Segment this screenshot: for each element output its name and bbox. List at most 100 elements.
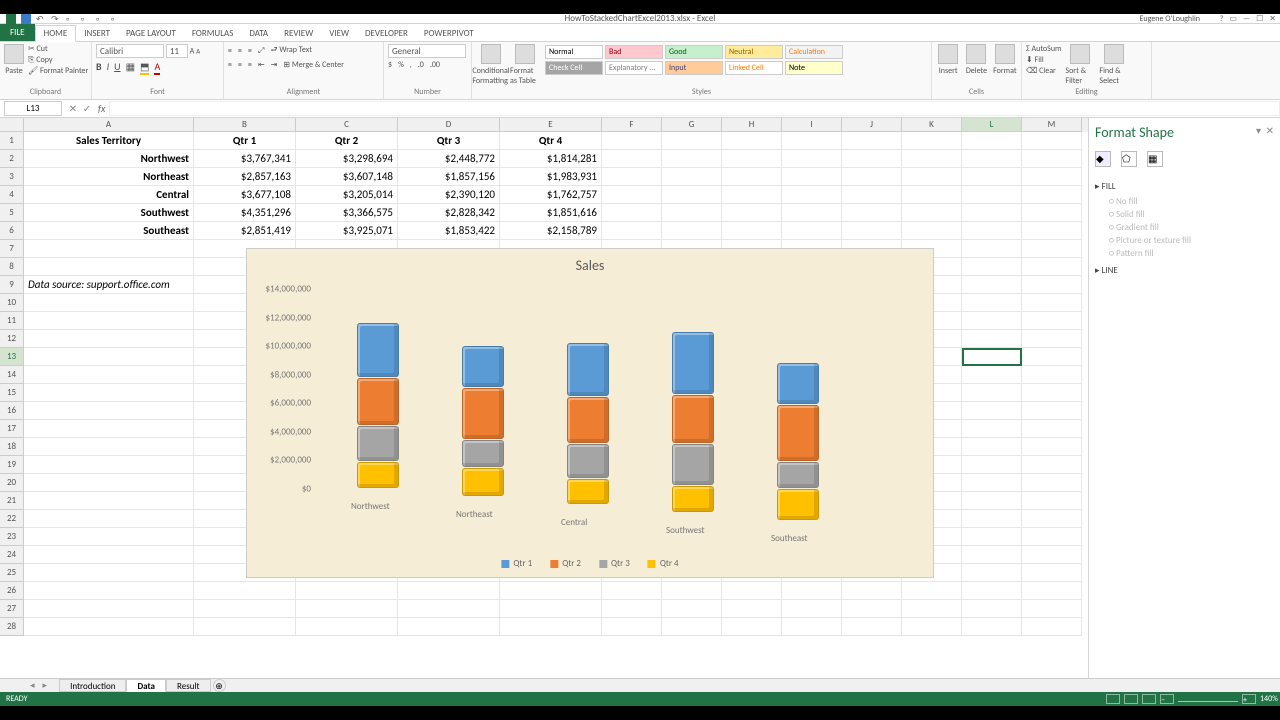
row-header[interactable]: 19 [0, 456, 24, 474]
cell[interactable] [1022, 204, 1082, 222]
worksheet-grid[interactable]: ABCDEFGHIJKLM 1Sales TerritoryQtr 1Qtr 2… [0, 118, 1088, 678]
cell[interactable] [962, 168, 1022, 186]
insert-button[interactable]: Insert [936, 44, 960, 76]
maximize-icon[interactable]: ☐ [1256, 14, 1263, 24]
paste-button[interactable]: Paste [4, 44, 24, 76]
row-header[interactable]: 8 [0, 258, 24, 276]
cell[interactable] [962, 204, 1022, 222]
style-tile[interactable]: Calculation [785, 45, 843, 59]
row-header[interactable]: 1 [0, 132, 24, 150]
cell[interactable] [962, 240, 1022, 258]
cell[interactable] [1022, 582, 1082, 600]
tab-nav-prev-icon[interactable]: ◂ [30, 680, 35, 691]
select-all-corner[interactable] [0, 118, 24, 132]
row-header[interactable]: 27 [0, 600, 24, 618]
cell[interactable] [842, 150, 902, 168]
cell[interactable]: $4,351,296 [194, 204, 296, 222]
cell[interactable] [1022, 402, 1082, 420]
cell[interactable] [398, 600, 500, 618]
pane-dropdown-icon[interactable]: ▾ [1256, 124, 1261, 137]
cell[interactable] [902, 582, 962, 600]
row-header[interactable]: 3 [0, 168, 24, 186]
font-size-combo[interactable]: 11 [166, 44, 188, 58]
cell[interactable] [1022, 276, 1082, 294]
row-header[interactable]: 12 [0, 330, 24, 348]
cell[interactable]: $2,851,419 [194, 222, 296, 240]
cell[interactable] [602, 222, 662, 240]
cell[interactable] [1022, 420, 1082, 438]
cell[interactable] [962, 384, 1022, 402]
cell[interactable] [1022, 222, 1082, 240]
qat-icon[interactable]: ▫ [96, 14, 106, 24]
fill-option[interactable]: ○ Picture or texture fill [1109, 235, 1274, 246]
cell[interactable] [24, 492, 194, 510]
font-color-button[interactable]: A [154, 60, 160, 75]
cell[interactable] [962, 564, 1022, 582]
enter-icon[interactable]: ✓ [80, 102, 94, 115]
cell[interactable] [24, 600, 194, 618]
cell[interactable]: Northwest [24, 150, 194, 168]
style-tile[interactable]: Note [785, 61, 843, 75]
fill-color-button[interactable]: ⬒ [140, 60, 149, 75]
tab-home[interactable]: HOME [35, 25, 77, 42]
fill-line-tab-icon[interactable]: ◆ [1095, 151, 1111, 167]
cell[interactable] [1022, 438, 1082, 456]
cell[interactable] [24, 402, 194, 420]
cell[interactable] [24, 618, 194, 636]
cell[interactable] [24, 474, 194, 492]
pane-close-icon[interactable]: ✕ [1266, 124, 1274, 137]
cell[interactable] [962, 456, 1022, 474]
cell[interactable]: $1,857,156 [398, 168, 500, 186]
cell[interactable] [842, 204, 902, 222]
cell[interactable]: $3,298,694 [296, 150, 398, 168]
cell[interactable] [902, 186, 962, 204]
cell[interactable] [24, 294, 194, 312]
line-section[interactable]: ▸ LINE [1095, 265, 1274, 276]
indent-inc-icon[interactable]: ⇥ [271, 60, 278, 70]
cell[interactable] [722, 618, 782, 636]
cell[interactable] [842, 132, 902, 150]
cell[interactable] [24, 456, 194, 474]
cell[interactable] [602, 600, 662, 618]
row-header[interactable]: 26 [0, 582, 24, 600]
cell[interactable] [962, 294, 1022, 312]
minimize-icon[interactable]: — [1243, 14, 1250, 24]
align-top-icon[interactable]: ≡ [228, 46, 232, 56]
merge-button[interactable]: ⊞ Merge & Center [283, 60, 344, 70]
column-header[interactable]: J [842, 118, 902, 132]
cell[interactable] [24, 384, 194, 402]
cell[interactable] [722, 582, 782, 600]
zoom-slider[interactable] [1178, 701, 1238, 702]
cell[interactable] [602, 132, 662, 150]
cell[interactable]: $1,853,422 [398, 222, 500, 240]
cell[interactable]: Southeast [24, 222, 194, 240]
column-header[interactable]: A [24, 118, 194, 132]
sort-filter-button[interactable]: Sort & Filter [1065, 44, 1095, 86]
cell[interactable]: Qtr 2 [296, 132, 398, 150]
cell[interactable] [24, 564, 194, 582]
border-button[interactable]: ▦ [126, 60, 135, 75]
align-mid-icon[interactable]: ≡ [238, 46, 242, 56]
row-header[interactable]: 25 [0, 564, 24, 582]
cell[interactable] [500, 600, 602, 618]
cell[interactable] [962, 600, 1022, 618]
tab-view[interactable]: VIEW [321, 26, 357, 41]
cell[interactable] [842, 600, 902, 618]
new-sheet-button[interactable]: ⊕ [213, 679, 226, 692]
cell[interactable] [782, 204, 842, 222]
row-header[interactable]: 24 [0, 546, 24, 564]
cell[interactable]: Qtr 1 [194, 132, 296, 150]
cell[interactable] [602, 582, 662, 600]
cell[interactable] [1022, 528, 1082, 546]
cell[interactable] [962, 276, 1022, 294]
view-normal-icon[interactable] [1106, 694, 1120, 704]
cell[interactable]: $1,762,757 [500, 186, 602, 204]
column-header[interactable]: M [1022, 118, 1082, 132]
autosum-button[interactable]: Σ AutoSum [1026, 44, 1061, 54]
cell[interactable] [722, 222, 782, 240]
tab-developer[interactable]: DEVELOPER [357, 26, 416, 41]
cell[interactable] [902, 168, 962, 186]
cell[interactable] [902, 600, 962, 618]
cell[interactable] [782, 186, 842, 204]
sheet-tab[interactable]: Result [166, 679, 211, 692]
